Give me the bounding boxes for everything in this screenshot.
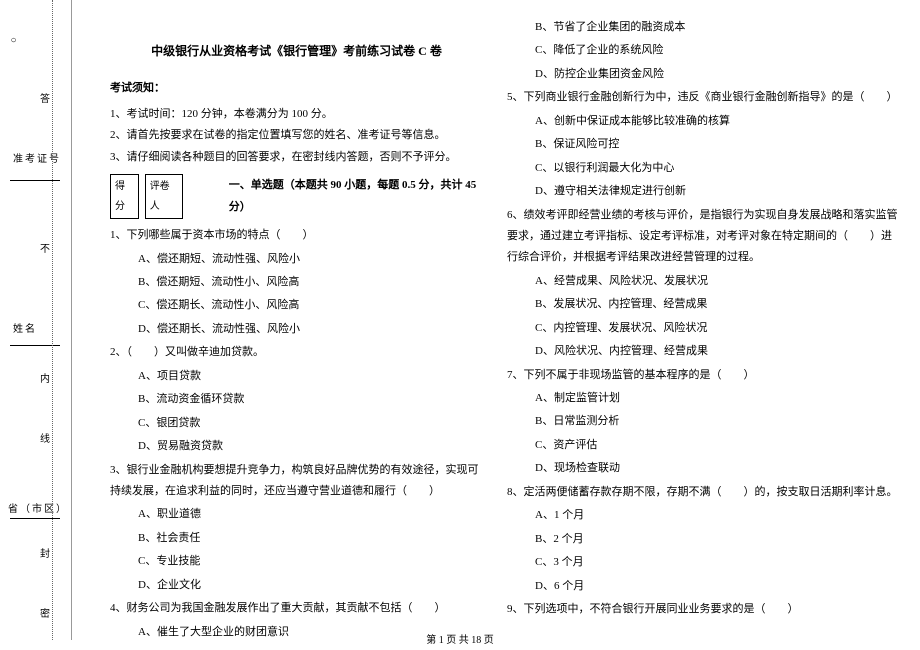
option: D、偿还期长、流动性强、风险小 [110, 319, 483, 340]
question-1: 1、下列哪些属于资本市场的特点（ ） [110, 225, 483, 246]
option: D、贸易融资贷款 [110, 436, 483, 457]
option: A、创新中保证成本能够比较准确的核算 [507, 111, 898, 132]
section-1-heading: 一、单选题（本题共 90 小题，每题 0.5 分，共计 45 分） [229, 175, 483, 218]
option: D、现场检查联动 [507, 458, 898, 479]
option: C、内控管理、发展状况、风险状况 [507, 318, 898, 339]
option: D、防控企业集团资金风险 [507, 64, 898, 85]
option: B、2 个月 [507, 529, 898, 550]
option: B、流动资金循环贷款 [110, 389, 483, 410]
option: C、以银行利润最大化为中心 [507, 158, 898, 179]
option: A、偿还期短、流动性强、风险小 [110, 249, 483, 270]
notice-item: 1、考试时间：120 分钟，本卷满分为 100 分。 [110, 104, 483, 125]
score-box-left: 得分 [110, 174, 139, 219]
question-5: 5、下列商业银行金融创新行为中，违反《商业银行金融创新指导》的是（ ） [507, 87, 898, 108]
page-footer: 第 1 页 共 18 页 [0, 631, 920, 646]
question-7: 7、下列不属于非现场监管的基本程序的是（ ） [507, 365, 898, 386]
score-box-right: 评卷人 [145, 174, 183, 219]
option: D、遵守相关法律规定进行创新 [507, 181, 898, 202]
seal-char-2: 内 [40, 370, 52, 385]
exam-title: 中级银行从业资格考试《银行管理》考前练习试卷 C 卷 [110, 40, 483, 63]
score-row: 得分 评卷人 一、单选题（本题共 90 小题，每题 0.5 分，共计 45 分） [110, 174, 483, 219]
binding-circle: ○ [8, 35, 19, 48]
option: A、项目贷款 [110, 366, 483, 387]
question-2: 2、（ ）又叫做辛迪加贷款。 [110, 342, 483, 363]
option: A、职业道德 [110, 504, 483, 525]
option: B、社会责任 [110, 528, 483, 549]
notice-item: 3、请仔细阅读各种题目的回答要求，在密封线内答题，否则不予评分。 [110, 147, 483, 168]
option: D、企业文化 [110, 575, 483, 596]
question-9: 9、下列选项中，不符合银行开展同业业务要求的是（ ） [507, 599, 898, 620]
left-column: 中级银行从业资格考试《银行管理》考前练习试卷 C 卷 考试须知： 1、考试时间：… [80, 10, 495, 635]
option: C、银团贷款 [110, 413, 483, 434]
seal-char-4: 封 [40, 545, 52, 560]
exam-body: 中级银行从业资格考试《银行管理》考前练习试卷 C 卷 考试须知： 1、考试时间：… [80, 10, 910, 635]
option: C、3 个月 [507, 552, 898, 573]
option: B、日常监测分析 [507, 411, 898, 432]
question-4: 4、财务公司为我国金融发展作出了重大贡献，其贡献不包括（ ） [110, 598, 483, 619]
name-label: 姓名 [13, 320, 37, 335]
option: B、保证风险可控 [507, 134, 898, 155]
option: B、发展状况、内控管理、经营成果 [507, 294, 898, 315]
region-label: 省（市区） [8, 500, 68, 515]
seal-char-1: 不 [40, 240, 52, 255]
option: B、偿还期短、流动性小、风险高 [110, 272, 483, 293]
exam-id-label: 准考证号 [13, 150, 61, 165]
question-8: 8、定活两便储蓄存款存期不限，存期不满（ ）的，按支取日活期利率计息。 [507, 482, 898, 503]
question-6: 6、绩效考评即经营业绩的考核与评价，是指银行为实现自身发展战略和落实监管要求，通… [507, 205, 898, 269]
option: D、6 个月 [507, 576, 898, 597]
notice-item: 2、请首先按要求在试卷的指定位置填写您的姓名、准考证号等信息。 [110, 125, 483, 146]
seal-char-3: 线 [40, 430, 52, 445]
option: B、节省了企业集团的融资成本 [507, 17, 898, 38]
question-3: 3、银行业金融机构要想提升竞争力，构筑良好品牌优势的有效途径，实现可持续发展，在… [110, 460, 483, 503]
option: C、偿还期长、流动性小、风险高 [110, 295, 483, 316]
option: C、降低了企业的系统风险 [507, 40, 898, 61]
seal-dotted-line [52, 0, 53, 640]
option: A、制定监管计划 [507, 388, 898, 409]
side-answer-char: 答 [40, 90, 52, 105]
option: C、专业技能 [110, 551, 483, 572]
option: A、经营成果、风险状况、发展状况 [507, 271, 898, 292]
option: D、风险状况、内控管理、经营成果 [507, 341, 898, 362]
option: A、1 个月 [507, 505, 898, 526]
option: C、资产评估 [507, 435, 898, 456]
notice-header: 考试须知： [110, 78, 483, 99]
right-column: B、节省了企业集团的融资成本 C、降低了企业的系统风险 D、防控企业集团资金风险… [495, 10, 910, 635]
seal-char-5: 密 [40, 605, 52, 620]
side-binding-area: ○ 答 准考证号 不 姓名 内 线 省（市区） 封 密 [0, 0, 72, 640]
